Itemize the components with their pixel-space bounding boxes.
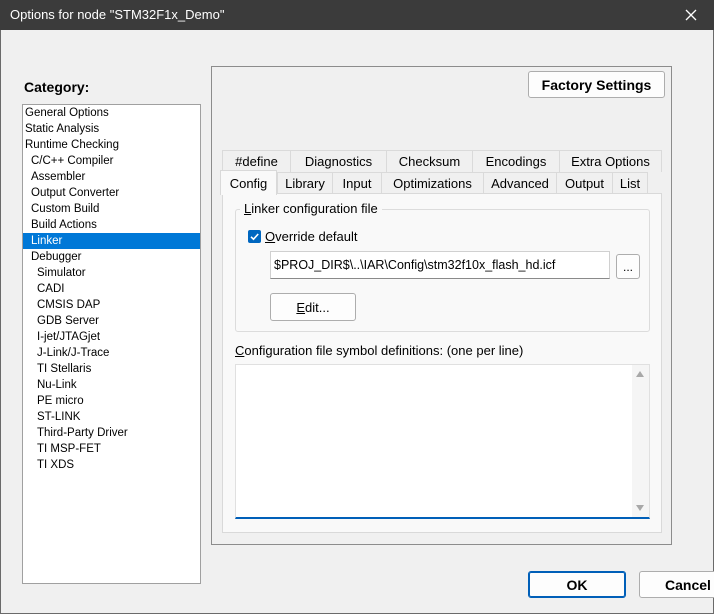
browse-button[interactable]: ... <box>616 254 640 279</box>
category-item[interactable]: Debugger <box>23 249 200 265</box>
category-item[interactable]: I-jet/JTAGjet <box>23 329 200 345</box>
symbol-definitions-textarea[interactable] <box>235 364 650 519</box>
tab-library[interactable]: Library <box>277 172 332 194</box>
category-item[interactable]: TI MSP-FET <box>23 441 200 457</box>
tab-output[interactable]: Output <box>556 172 612 194</box>
category-label: Category: <box>24 79 90 95</box>
category-item[interactable]: PE micro <box>23 393 200 409</box>
category-item[interactable]: Third-Party Driver <box>23 425 200 441</box>
category-item[interactable]: Assembler <box>23 169 200 185</box>
scroll-down-arrow-icon[interactable] <box>636 505 644 511</box>
tab-list[interactable]: List <box>612 172 648 194</box>
config-file-path-input[interactable]: $PROJ_DIR$\..\IAR\Config\stm32f10x_flash… <box>270 251 610 279</box>
override-default-checkbox[interactable] <box>248 230 261 243</box>
category-item[interactable]: TI XDS <box>23 457 200 473</box>
ok-button[interactable]: OK <box>528 571 626 598</box>
defs-text: onfiguration file symbol definitions: (o… <box>244 343 524 358</box>
close-icon <box>685 9 697 21</box>
override-default-label[interactable]: Override default <box>265 229 358 244</box>
category-item[interactable]: TI Stellaris <box>23 361 200 377</box>
cancel-button[interactable]: Cancel <box>639 571 714 598</box>
category-item[interactable]: Linker <box>23 233 200 249</box>
defs-mnemonic: C <box>235 343 245 358</box>
category-item[interactable]: Output Converter <box>23 185 200 201</box>
linker-config-group-title: Linker configuration file <box>240 201 382 216</box>
category-item[interactable]: Custom Build <box>23 201 200 217</box>
window-title: Options for node "STM32F1x_Demo" <box>10 7 225 22</box>
edit-mnemonic: E <box>296 299 306 315</box>
category-item[interactable]: C/C++ Compiler <box>23 153 200 169</box>
category-item[interactable]: Build Actions <box>23 217 200 233</box>
group-title-text: inker configuration file <box>251 201 378 216</box>
category-item[interactable]: GDB Server <box>23 313 200 329</box>
tab-encodings[interactable]: Encodings <box>472 150 559 172</box>
category-item[interactable]: CMSIS DAP <box>23 297 200 313</box>
category-item[interactable]: Runtime Checking <box>23 137 200 153</box>
override-mnemonic: O <box>265 229 276 244</box>
title-bar: Options for node "STM32F1x_Demo" <box>0 0 714 30</box>
scroll-up-arrow-icon[interactable] <box>636 371 644 377</box>
tab-checksum[interactable]: Checksum <box>386 150 472 172</box>
factory-settings-button[interactable]: Factory Settings <box>528 71 665 98</box>
edit-button[interactable]: Edit... <box>270 293 356 321</box>
tab-input[interactable]: Input <box>332 172 381 194</box>
category-item[interactable]: Nu-Link <box>23 377 200 393</box>
tab-optimizations[interactable]: Optimizations <box>381 172 483 194</box>
category-item[interactable]: Simulator <box>23 265 200 281</box>
category-item[interactable]: CADI <box>23 281 200 297</box>
tab-advanced[interactable]: Advanced <box>483 172 556 194</box>
checkmark-icon <box>250 233 259 241</box>
override-text: verride default <box>275 229 358 244</box>
category-item[interactable]: ST-LINK <box>23 409 200 425</box>
tab-extra-options[interactable]: Extra Options <box>559 150 662 172</box>
tab-diagnostics[interactable]: Diagnostics <box>290 150 386 172</box>
category-item[interactable]: Static Analysis <box>23 121 200 137</box>
vertical-scrollbar[interactable] <box>632 365 649 517</box>
category-item[interactable]: General Options <box>23 105 200 121</box>
edit-text: dit... <box>305 299 330 315</box>
symbol-definitions-label: Configuration file symbol definitions: (… <box>235 343 523 358</box>
category-item[interactable]: J-Link/J-Trace <box>23 345 200 361</box>
tab-config[interactable]: Config <box>220 170 277 195</box>
close-button[interactable] <box>668 0 714 30</box>
category-list[interactable]: General Options Static Analysis Runtime Ch… <box>22 104 201 584</box>
tab-define[interactable]: #define <box>222 150 290 172</box>
